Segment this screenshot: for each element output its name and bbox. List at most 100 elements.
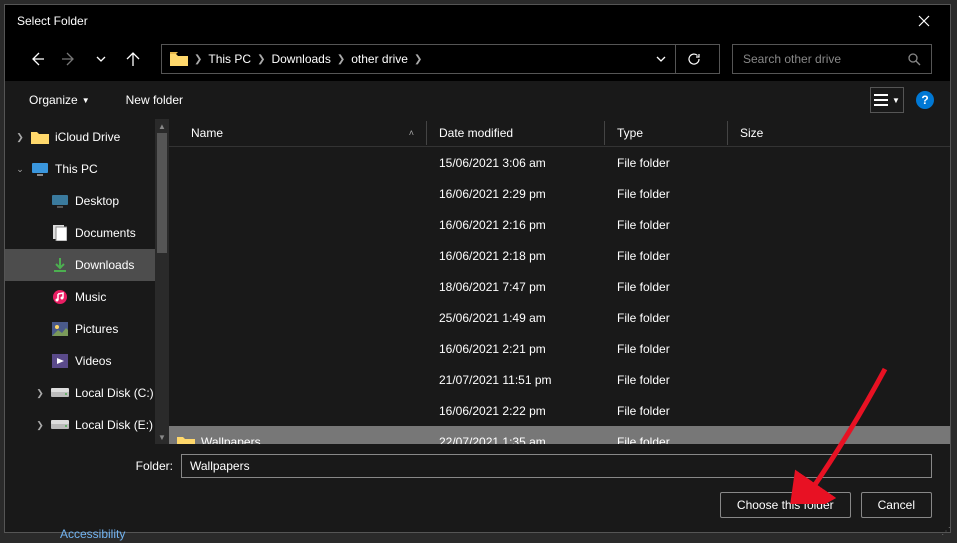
back-button[interactable]	[23, 45, 51, 73]
music-icon	[51, 289, 69, 305]
cell-date: 15/06/2021 3:06 am	[427, 156, 605, 170]
file-row[interactable]: 21/07/2021 11:51 pm File folder	[169, 364, 950, 395]
titlebar: Select Folder	[5, 5, 950, 37]
column-name[interactable]: Name ˄	[169, 121, 427, 145]
search-input[interactable]	[743, 52, 907, 66]
file-list: Name ˄ Date modified Type Size 15/06/202…	[169, 119, 950, 444]
cell-type: File folder	[605, 404, 728, 418]
view-options-button[interactable]: ▼	[870, 87, 904, 113]
file-row[interactable]: 18/06/2021 7:47 pm File folder	[169, 271, 950, 302]
tree-item-label: iCloud Drive	[55, 130, 120, 144]
cell-type: File folder	[605, 280, 728, 294]
documents-icon	[51, 225, 69, 241]
column-headers: Name ˄ Date modified Type Size	[169, 119, 950, 147]
breadcrumb-item[interactable]: other drive	[351, 52, 408, 66]
new-folder-button[interactable]: New folder	[118, 89, 191, 111]
chevron-right-icon: ❯	[414, 54, 422, 65]
tree-item-label: Local Disk (E:)	[75, 418, 153, 432]
arrow-up-icon	[125, 51, 141, 67]
help-button[interactable]: ?	[916, 91, 934, 109]
tree-item-label: Videos	[75, 354, 111, 368]
cell-date: 21/07/2021 11:51 pm	[427, 373, 605, 387]
address-bar[interactable]: ❯ This PC ❯ Downloads ❯ other drive ❯	[161, 44, 720, 74]
close-icon	[918, 15, 930, 27]
file-row[interactable]: 16/06/2021 2:22 pm File folder	[169, 395, 950, 426]
scroll-up-icon[interactable]: ▲	[155, 119, 169, 133]
file-row[interactable]: 16/06/2021 2:21 pm File folder	[169, 333, 950, 364]
organize-button[interactable]: Organize ▼	[21, 89, 98, 111]
sidebar-item-icloud-drive[interactable]: ❯ iCloud Drive	[5, 121, 169, 153]
file-row[interactable]: Wallpapers 22/07/2021 1:35 am File folde…	[169, 426, 950, 444]
dialog-bottom: Folder: Choose this folder Cancel	[5, 444, 950, 532]
column-date-modified[interactable]: Date modified	[427, 121, 605, 145]
sidebar-item-local-disk-c-[interactable]: ❯ Local Disk (C:)	[5, 377, 169, 409]
tree-item-label: Desktop	[75, 194, 119, 208]
search-icon	[907, 52, 921, 66]
sidebar-item-this-pc[interactable]: ⌄ This PC	[5, 153, 169, 185]
file-row[interactable]: 25/06/2021 1:49 am File folder	[169, 302, 950, 333]
cell-type: File folder	[605, 373, 728, 387]
folder-label: Folder:	[23, 459, 173, 473]
up-button[interactable]	[119, 45, 147, 73]
disk-icon	[51, 385, 69, 401]
navigation-bar: ❯ This PC ❯ Downloads ❯ other drive ❯	[5, 37, 950, 81]
sidebar-scrollbar[interactable]: ▲ ▼	[155, 119, 169, 444]
chevron-down-icon: ⌄	[15, 164, 25, 175]
sidebar-item-local-disk-e-[interactable]: ❯ Local Disk (E:)	[5, 409, 169, 441]
column-size[interactable]: Size	[728, 121, 950, 145]
videos-icon	[51, 353, 69, 369]
sort-ascending-icon: ˄	[409, 128, 414, 138]
chevron-right-icon: ❯	[15, 132, 25, 143]
scroll-down-icon[interactable]: ▼	[155, 430, 169, 444]
address-dropdown[interactable]	[655, 53, 667, 65]
cell-date: 16/06/2021 2:22 pm	[427, 404, 605, 418]
recent-dropdown[interactable]	[87, 45, 115, 73]
breadcrumb-item[interactable]: This PC	[208, 52, 251, 66]
tree-item-label: This PC	[55, 162, 98, 176]
new-folder-label: New folder	[126, 93, 183, 107]
cell-date: 25/06/2021 1:49 am	[427, 311, 605, 325]
close-button[interactable]	[910, 7, 938, 35]
cell-date: 16/06/2021 2:18 pm	[427, 249, 605, 263]
sidebar-item-videos[interactable]: Videos	[5, 345, 169, 377]
disk-icon	[51, 417, 69, 433]
choose-folder-button[interactable]: Choose this folder	[720, 492, 851, 518]
pictures-icon	[51, 321, 69, 337]
dropdown-arrow-icon: ▼	[892, 96, 900, 105]
search-bar[interactable]	[732, 44, 932, 74]
cell-date: 16/06/2021 2:21 pm	[427, 342, 605, 356]
chevron-right-icon: ❯	[35, 388, 45, 399]
sidebar-item-desktop[interactable]: Desktop	[5, 185, 169, 217]
chevron-down-icon	[95, 53, 107, 65]
select-folder-dialog: Select Folder ❯ This PC ❯ Downloads ❯	[4, 4, 951, 533]
sidebar-item-music[interactable]: Music	[5, 281, 169, 313]
breadcrumb-item[interactable]: Downloads	[271, 52, 330, 66]
cancel-button[interactable]: Cancel	[861, 492, 932, 518]
folder-name-input[interactable]	[181, 454, 932, 478]
list-view-icon	[874, 94, 888, 106]
resize-grip-icon[interactable]: ⋰	[941, 526, 951, 537]
desktop-icon	[51, 193, 69, 209]
file-row[interactable]: 16/06/2021 2:18 pm File folder	[169, 240, 950, 271]
tree-item-label: Downloads	[75, 258, 134, 272]
downloads-icon	[51, 257, 69, 273]
file-row[interactable]: 16/06/2021 2:16 pm File folder	[169, 209, 950, 240]
cell-date: 16/06/2021 2:16 pm	[427, 218, 605, 232]
arrow-right-icon	[61, 51, 77, 67]
scrollbar-thumb[interactable]	[157, 133, 167, 253]
dialog-title: Select Folder	[17, 14, 910, 28]
sidebar-item-downloads[interactable]: Downloads	[5, 249, 169, 281]
cell-date: 16/06/2021 2:29 pm	[427, 187, 605, 201]
forward-button[interactable]	[55, 45, 83, 73]
refresh-button[interactable]	[675, 44, 711, 74]
column-type[interactable]: Type	[605, 121, 728, 145]
tree-item-label: Local Disk (C:)	[75, 386, 154, 400]
folder-icon	[177, 435, 195, 445]
sidebar-item-pictures[interactable]: Pictures	[5, 313, 169, 345]
file-row[interactable]: 16/06/2021 2:29 pm File folder	[169, 178, 950, 209]
cell-type: File folder	[605, 249, 728, 263]
file-row[interactable]: 15/06/2021 3:06 am File folder	[169, 147, 950, 178]
sidebar-item-documents[interactable]: Documents	[5, 217, 169, 249]
chevron-right-icon: ❯	[35, 420, 45, 431]
dropdown-arrow-icon: ▼	[82, 96, 90, 105]
